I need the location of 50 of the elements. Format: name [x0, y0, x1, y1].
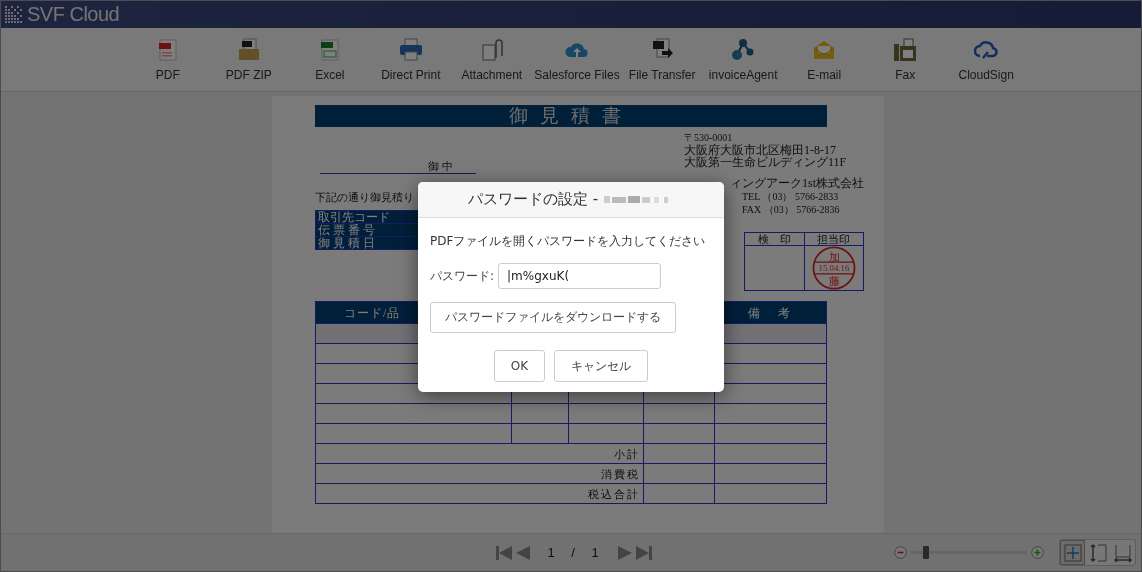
postal-code: 〒530-0001 [684, 132, 734, 144]
seal-stamp: 加 15.04.16 藤 [811, 246, 856, 290]
phone-number: TEL （03） 5766-2833 [742, 191, 840, 203]
cancel-button[interactable]: キャンセル [554, 350, 649, 382]
current-page: 1 [546, 545, 556, 560]
zoom-out-button[interactable] [894, 546, 907, 559]
fax-number: FAX （03） 5766-2836 [742, 204, 841, 216]
first-page-button[interactable] [494, 545, 514, 560]
last-page-button[interactable] [634, 545, 654, 560]
document-title: 御見積書 [315, 105, 827, 127]
fax-machine-icon [893, 38, 918, 62]
total-label: 税込合計 [315, 483, 644, 504]
app-title: SVF Cloud [27, 3, 120, 26]
export-button[interactable]: invoiceAgent [702, 38, 784, 82]
export-button[interactable]: Direct Print [370, 38, 452, 82]
page-separator: / [570, 545, 576, 560]
company-name: ィングアーク1st株式会社 [730, 177, 864, 190]
export-button[interactable]: PDF [127, 38, 209, 82]
export-button[interactable]: File Transfer [621, 38, 703, 82]
zoom-in-button[interactable] [1031, 546, 1044, 559]
address-line: 大阪第一生命ビルディング11F [684, 156, 848, 168]
intro-text: 下記の通り御見積り [315, 190, 414, 204]
addressee-line: 御中 [320, 159, 476, 174]
export-button[interactable]: Fax [864, 38, 946, 82]
export-button[interactable]: Attachment [451, 38, 533, 82]
grid-logo-icon [5, 5, 23, 24]
printer-icon [398, 38, 423, 62]
ok-button[interactable]: OK [493, 350, 546, 382]
previous-page-button[interactable] [514, 545, 532, 560]
download-button[interactable]: パスワードファイルをダウンロードする [430, 302, 676, 333]
total-label: 消費税 [315, 463, 644, 484]
next-page-button[interactable] [616, 545, 634, 560]
export-button[interactable]: E-mail [783, 38, 865, 82]
export-button[interactable]: PDF ZIP [208, 38, 290, 82]
paperclip-document-icon [479, 38, 504, 62]
export-button[interactable]: CloudSign [945, 38, 1027, 82]
stamp-header: 検 印 [744, 232, 804, 246]
stamp-header: 担当印 [804, 232, 864, 246]
export-button[interactable]: Salesforce Files [532, 38, 622, 82]
password-field[interactable]: |m%gxuK( [498, 263, 662, 289]
connected-nodes-icon [731, 38, 756, 62]
zip-folder-icon [236, 38, 261, 62]
address-line: 大阪府大阪市北区梅田1-8-17 [684, 144, 837, 156]
export-button[interactable]: Excel [289, 38, 371, 82]
total-label: 小計 [315, 443, 644, 464]
dialog-title: パスワードの設定 - [467, 190, 599, 209]
view-mode-button[interactable] [1060, 540, 1085, 565]
password-label: パスワード: [430, 267, 495, 285]
total-pages: 1 [590, 545, 600, 560]
envelope-icon [812, 38, 837, 62]
